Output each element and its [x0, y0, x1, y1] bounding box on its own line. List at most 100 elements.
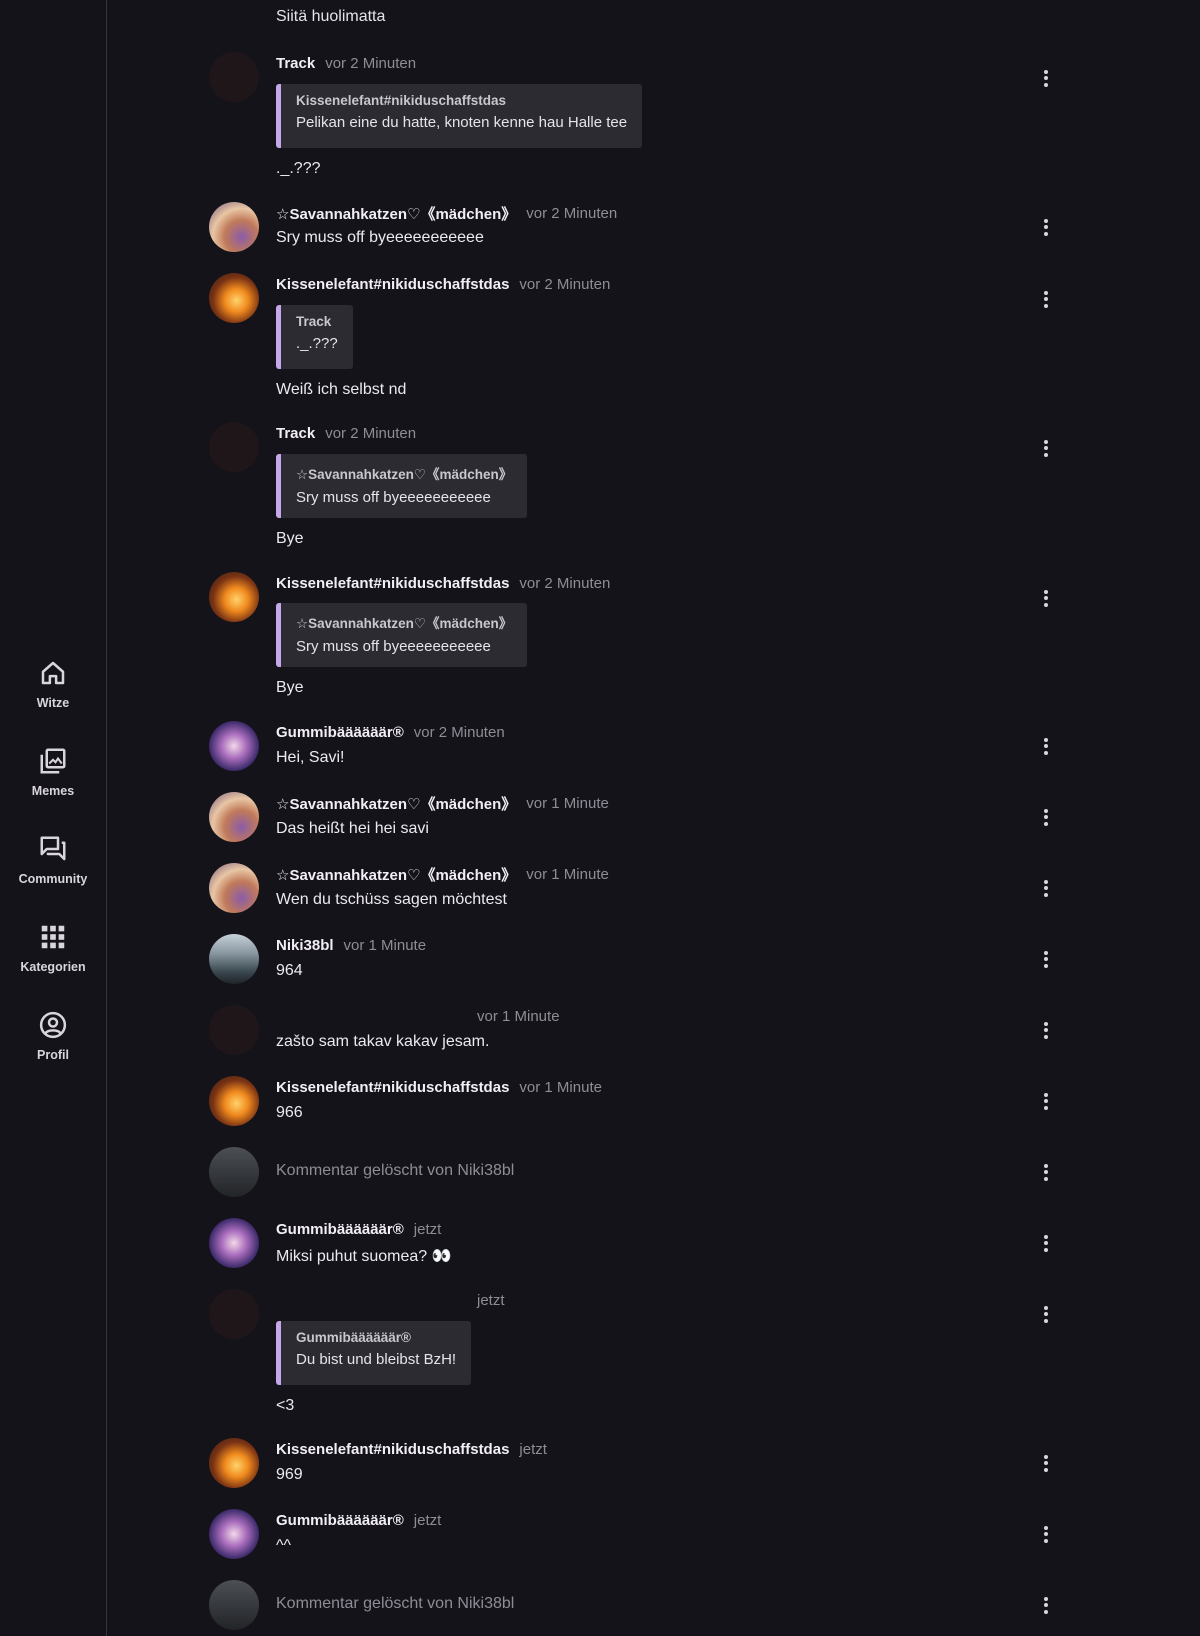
more-options-icon[interactable]	[1036, 1520, 1056, 1548]
avatar[interactable]	[209, 1218, 259, 1268]
more-options-icon[interactable]	[1036, 1449, 1056, 1477]
avatar[interactable]	[209, 1076, 259, 1126]
more-options-icon[interactable]	[1036, 434, 1056, 462]
avatar[interactable]	[209, 52, 259, 102]
avatar[interactable]	[209, 863, 259, 913]
comment-header: Track vor 2 Minuten	[276, 422, 416, 444]
avatar[interactable]	[209, 1289, 259, 1339]
more-options-icon[interactable]	[1036, 803, 1056, 831]
comment-author[interactable]: Gummibäääääär®	[276, 1512, 404, 1529]
more-options-icon[interactable]	[1036, 874, 1056, 902]
comment-author[interactable]: Kissenelefant#nikiduschaffstdas	[276, 276, 509, 293]
avatar[interactable]	[209, 422, 259, 472]
comment-author[interactable]: Gummibäääääär®	[276, 1221, 404, 1238]
more-options-icon[interactable]	[1036, 732, 1056, 760]
quoted-comment[interactable]: ☆Savannahkatzen♡《mädchen》 Sry muss off b…	[276, 603, 528, 667]
comment-time: vor 2 Minuten	[325, 54, 417, 72]
comment-author[interactable]: Track	[276, 425, 315, 442]
comment-author[interactable]: ☆Savannahkatzen♡《mädchen》	[276, 864, 516, 885]
nav-item-community[interactable]: Community	[0, 831, 106, 919]
apps-grid-icon	[41, 925, 65, 949]
quoted-comment[interactable]: Kissenelefant#nikiduschaffstdas Pelikan …	[276, 84, 643, 148]
more-options-icon[interactable]	[1036, 1591, 1056, 1619]
comment-header: Gummibäääääär® jetzt	[276, 1509, 441, 1531]
quoted-comment[interactable]: Track ._.???	[276, 305, 353, 369]
comment-text: Weiß ich selbst nd	[276, 381, 407, 398]
comment-time: vor 2 Minuten	[413, 723, 505, 741]
comment-text: 969	[276, 1466, 303, 1483]
home-icon	[41, 661, 65, 685]
comment-text: Wen du tschüss sagen möchtest	[276, 891, 507, 908]
comment-text: Bye	[276, 679, 304, 696]
more-options-icon[interactable]	[1036, 213, 1056, 241]
comment-author[interactable]: Niki38bl	[276, 937, 334, 954]
comment-time: vor 2 Minuten	[526, 204, 618, 222]
comment-header: Kissenelefant#nikiduschaffstdas vor 2 Mi…	[276, 572, 610, 594]
comment-time: jetzt	[413, 1511, 442, 1529]
comment-time: vor 1 Minute	[343, 936, 427, 954]
quoted-comment[interactable]: ☆Savannahkatzen♡《mädchen》 Sry muss off b…	[276, 454, 528, 518]
avatar[interactable]	[209, 934, 259, 984]
avatar[interactable]	[209, 1509, 259, 1559]
quote-text: Pelikan eine du hatte, knoten kenne hau …	[296, 114, 628, 131]
deleted-notice: Kommentar gelöscht von Niki38bl	[276, 1595, 515, 1612]
avatar[interactable]	[209, 721, 259, 771]
quote-text: Du bist und bleibst BzH!	[296, 1351, 457, 1368]
avatar[interactable]	[209, 1147, 259, 1197]
quote-text: ._.???	[296, 335, 338, 352]
comment-text: Das heißt hei hei savi	[276, 820, 429, 837]
more-options-icon[interactable]	[1036, 1016, 1056, 1044]
comment-author[interactable]: ☆Savannahkatzen♡《mädchen》	[276, 793, 516, 814]
comment-time: jetzt	[477, 1291, 505, 1309]
comment-header: ☆Savannahkatzen♡《mädchen》 vor 1 Minute	[276, 863, 609, 885]
avatar[interactable]	[209, 202, 259, 252]
more-options-icon[interactable]	[1036, 285, 1056, 313]
avatar[interactable]	[209, 1580, 259, 1630]
comment-header: ☆Savannahkatzen♡《mädchen》 vor 1 Minute	[276, 792, 609, 814]
nav-label-profil: Profil	[37, 1048, 69, 1062]
more-options-icon[interactable]	[1036, 945, 1056, 973]
more-options-icon[interactable]	[1036, 1158, 1056, 1186]
more-options-icon[interactable]	[1036, 1300, 1056, 1328]
nav-item-witze[interactable]: Witze	[0, 655, 106, 743]
forum-icon	[40, 836, 66, 861]
nav-label-memes: Memes	[31, 784, 75, 798]
nav-item-memes[interactable]: Memes	[0, 743, 106, 831]
comment-author[interactable]: Kissenelefant#nikiduschaffstdas	[276, 575, 509, 592]
comment-feed: Siitä huolimatta Track vor 2 Minuten Kis…	[106, 0, 1200, 1636]
comment-time: vor 1 Minute	[477, 1007, 560, 1025]
avatar[interactable]	[209, 572, 259, 622]
nav-rail: Witze Memes Community Kategorien Profil	[0, 655, 106, 1095]
quote-author: ☆Savannahkatzen♡《mädchen》	[296, 616, 513, 631]
comment-author[interactable]: ☆Savannahkatzen♡《mädchen》	[276, 203, 516, 224]
comment-text: Miksi puhut suomea? 👀	[276, 1248, 452, 1265]
more-options-icon[interactable]	[1036, 584, 1056, 612]
comment-text: 966	[276, 1104, 303, 1121]
comment-time: jetzt	[519, 1440, 547, 1458]
more-options-icon[interactable]	[1036, 1229, 1056, 1257]
quote-text: Sry muss off byeeeeeeeeeee	[296, 638, 491, 655]
comment-text: Bye	[276, 530, 304, 547]
more-options-icon[interactable]	[1036, 64, 1056, 92]
comment-author[interactable]: Gummibäääääär®	[276, 724, 404, 741]
avatar[interactable]	[209, 273, 259, 323]
comment-text: ._.???	[276, 160, 321, 177]
comment-text: 964	[276, 962, 303, 979]
quoted-comment[interactable]: Gummibäääääär® Du bist und bleibst BzH!	[276, 1321, 472, 1385]
nav-item-profil[interactable]: Profil	[0, 1007, 106, 1095]
comment-time: vor 1 Minute	[519, 1078, 602, 1096]
quote-author: ☆Savannahkatzen♡《mädchen》	[296, 467, 513, 482]
quote-author: Track	[296, 314, 332, 329]
sidebar: Witze Memes Community Kategorien Profil	[0, 0, 107, 1636]
avatar[interactable]	[209, 1438, 259, 1488]
comment-text: <3	[276, 1397, 295, 1414]
avatar[interactable]	[209, 1005, 259, 1055]
comment-author[interactable]: Track	[276, 55, 315, 72]
nav-label-kategorien: Kategorien	[20, 960, 86, 974]
comment-time: vor 1 Minute	[526, 865, 609, 883]
nav-item-kategorien[interactable]: Kategorien	[0, 919, 106, 1007]
avatar[interactable]	[209, 792, 259, 842]
comment-author[interactable]: Kissenelefant#nikiduschaffstdas	[276, 1441, 509, 1458]
more-options-icon[interactable]	[1036, 1087, 1056, 1115]
comment-author[interactable]: Kissenelefant#nikiduschaffstdas	[276, 1079, 509, 1096]
